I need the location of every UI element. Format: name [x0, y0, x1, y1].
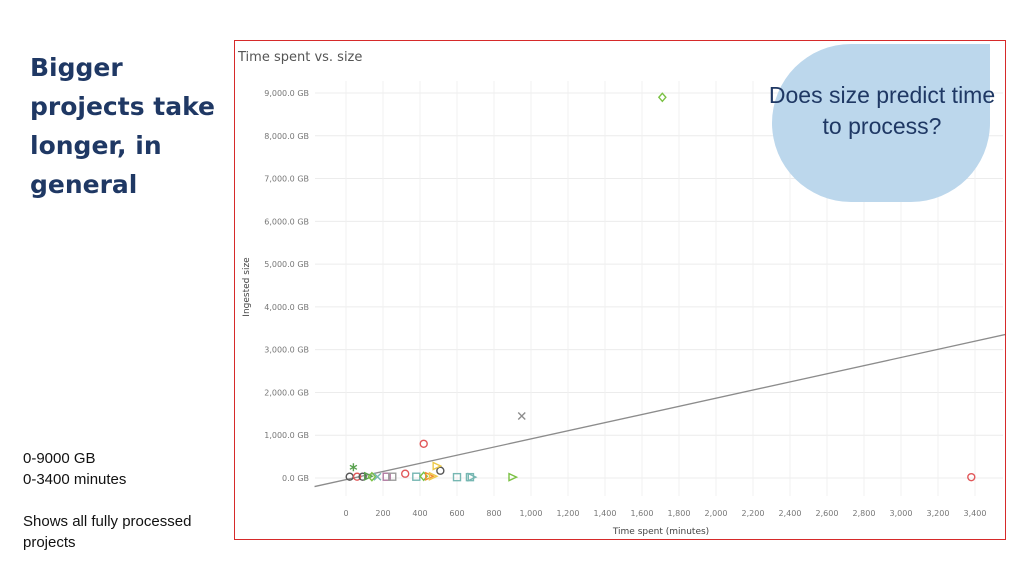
y-tick-label: 9,000.0 GB	[264, 89, 309, 98]
y-tick-label: 5,000.0 GB	[264, 260, 309, 269]
data-point-triangle	[508, 472, 519, 482]
x-tick-label: 2,000	[705, 509, 728, 518]
y-tick-label: 4,000.0 GB	[264, 303, 309, 312]
x-tick-label: 1,400	[594, 509, 617, 518]
slide-headline: Bigger projects take longer, in general	[30, 53, 216, 199]
x-tick-label: 2,400	[779, 509, 802, 518]
y-tick-label: 8,000.0 GB	[264, 132, 309, 141]
data-point-circle	[967, 472, 976, 482]
data-point-triangle	[432, 461, 443, 471]
slide-notes: 0-9000 GB 0-3400 minutes Shows all fully…	[23, 448, 223, 553]
y-tick-label: 7,000.0 GB	[264, 175, 309, 184]
x-tick-label: 1,200	[557, 509, 580, 518]
x-tick-label: 2,600	[816, 509, 839, 518]
note-time-range: 0-3400 minutes	[23, 471, 127, 488]
data-point-triangle	[467, 472, 478, 482]
x-tick-label: 400	[412, 509, 427, 518]
x-tick-label: 1,600	[631, 509, 654, 518]
callout-text: Does size predict time to process?	[768, 82, 996, 139]
y-tick-label: 3,000.0 GB	[264, 346, 309, 355]
x-tick-label: 800	[486, 509, 501, 518]
x-tick-label: 2,200	[742, 509, 765, 518]
x-tick-label: 3,200	[927, 509, 950, 518]
y-tick-label: 6,000.0 GB	[264, 217, 309, 226]
note-spacer	[23, 490, 223, 511]
note-scope: Shows all fully processed projects	[23, 513, 192, 551]
callout-bubble: Does size predict time to process?	[769, 44, 995, 202]
data-point-square	[412, 472, 421, 481]
data-point-star	[349, 463, 358, 472]
x-tick-label: 1,800	[668, 509, 691, 518]
data-point-x	[517, 411, 526, 420]
x-tick-label: 0	[343, 509, 348, 518]
y-tick-label: 1,000.0 GB	[264, 431, 309, 440]
data-point-circle	[436, 466, 445, 475]
x-tick-label: 3,400	[964, 509, 987, 518]
y-tick-label: 2,000.0 GB	[264, 388, 309, 397]
y-tick-label: 0.0 GB	[282, 474, 309, 483]
data-point-diamond	[657, 92, 667, 103]
x-tick-label: 200	[375, 509, 390, 518]
x-tick-label: 3,000	[890, 509, 913, 518]
chart-title: Time spent vs. size	[238, 50, 363, 65]
data-point-circle	[419, 439, 428, 448]
y-axis-label: Ingested size	[242, 257, 252, 317]
x-tick-label: 600	[449, 509, 464, 518]
x-tick-label: 2,800	[853, 509, 876, 518]
x-tick-label: 1,000	[520, 509, 543, 518]
data-point-circle	[400, 469, 410, 478]
x-axis-label: Time spent (minutes)	[612, 527, 709, 537]
note-size-range: 0-9000 GB	[23, 450, 96, 467]
